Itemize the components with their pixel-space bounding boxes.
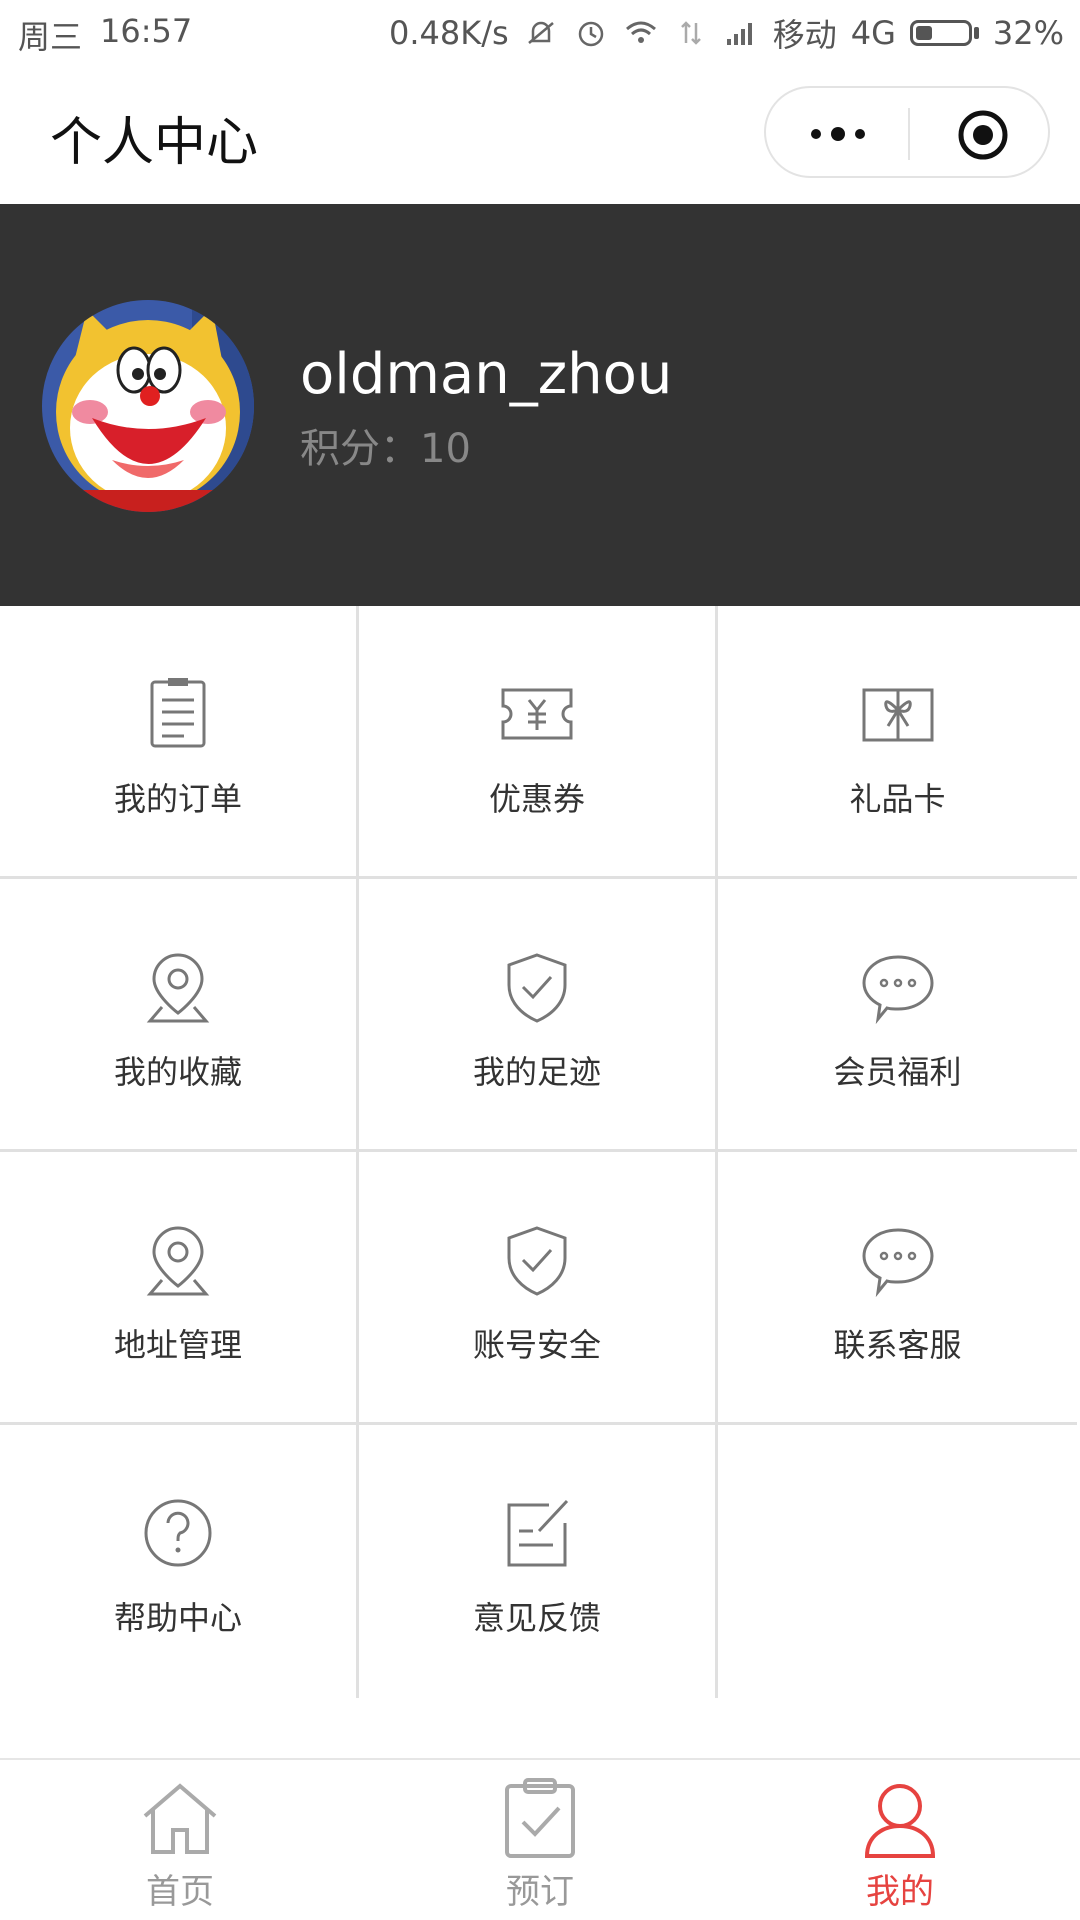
help-circle-icon	[144, 1499, 212, 1567]
menu-item-label: 账号安全	[472, 1326, 601, 1364]
menu-grid-empty-cell	[718, 1425, 1077, 1698]
tab-booking[interactable]: 预订	[440, 1776, 640, 1916]
menu-grid: 我的订单 优惠券 礼品卡 我的收藏 我的足迹 会员福利 地址管理 账号安全 联系…	[0, 606, 1080, 1698]
menu-capsule	[764, 86, 1050, 178]
avatar[interactable]	[42, 300, 254, 512]
page-title: 个人中心	[50, 113, 259, 173]
menu-item-account-security[interactable]: 账号安全	[359, 1152, 718, 1425]
capsule-divider	[908, 108, 910, 160]
coupon-icon	[501, 688, 573, 740]
battery-percent: 32%	[992, 14, 1064, 52]
order-list-icon	[150, 678, 206, 748]
tab-label: 首页	[146, 1872, 214, 1912]
menu-item-label: 地址管理	[113, 1326, 242, 1364]
menu-item-orders[interactable]: 我的订单	[0, 606, 359, 879]
location-pin-icon	[146, 953, 210, 1023]
profile-header: oldman_zhou 积分：10	[0, 204, 1080, 606]
net-speed: 0.48K/s	[389, 14, 509, 52]
wifi-icon	[625, 21, 656, 43]
target-close-icon[interactable]	[956, 108, 1010, 162]
carrier: 移动	[772, 16, 837, 54]
chat-bubble-icon	[861, 1228, 934, 1298]
clipboard-check-icon	[505, 1778, 575, 1858]
menu-item-coupons[interactable]: 优惠券	[359, 606, 718, 879]
user-icon	[864, 1784, 936, 1858]
gift-card-icon	[862, 688, 933, 742]
shield-check-icon	[507, 1226, 567, 1296]
data-arrows-icon	[680, 21, 701, 45]
status-time: 16:57	[100, 12, 193, 50]
cartoon-cat-avatar-icon	[42, 300, 254, 512]
signal-icon	[726, 23, 752, 45]
home-icon	[143, 1783, 217, 1854]
menu-item-label: 优惠券	[488, 780, 585, 818]
location-pin-icon	[146, 1226, 210, 1296]
mute-icon	[527, 21, 554, 44]
tab-bar: 首页 预订 我的	[0, 1758, 1080, 1920]
tab-home[interactable]: 首页	[80, 1776, 280, 1916]
tab-label: 预订	[506, 1872, 574, 1912]
menu-item-member-benefits[interactable]: 会员福利	[718, 879, 1077, 1152]
shield-check-icon	[507, 953, 567, 1023]
more-dots-icon[interactable]	[806, 110, 870, 158]
menu-item-label: 礼品卡	[849, 780, 946, 818]
menu-item-favorites[interactable]: 我的收藏	[0, 879, 359, 1152]
menu-item-label: 意见反馈	[472, 1599, 601, 1637]
username: oldman_zhou	[300, 342, 673, 407]
battery-icon	[909, 20, 979, 46]
menu-item-address[interactable]: 地址管理	[0, 1152, 359, 1425]
menu-item-label: 我的足迹	[472, 1053, 601, 1091]
network-type: 4G	[850, 14, 896, 52]
status-day: 周三	[18, 18, 83, 56]
menu-item-gift-card[interactable]: 礼品卡	[718, 606, 1077, 879]
menu-item-feedback[interactable]: 意见反馈	[359, 1425, 718, 1698]
menu-item-label: 我的订单	[113, 780, 242, 818]
feedback-edit-icon	[507, 1499, 569, 1567]
menu-item-footprints[interactable]: 我的足迹	[359, 879, 718, 1152]
tab-label: 我的	[866, 1872, 934, 1912]
menu-item-label: 帮助中心	[113, 1599, 242, 1637]
status-bar: 周三 16:57 0.48K/s 移动 4G 32%	[0, 0, 1080, 62]
menu-item-customer-service[interactable]: 联系客服	[718, 1152, 1077, 1425]
points-label: 积分：10	[300, 426, 471, 472]
chat-bubble-icon	[861, 955, 934, 1025]
menu-item-label: 我的收藏	[113, 1053, 242, 1091]
menu-item-label: 会员福利	[833, 1053, 962, 1091]
alarm-icon	[578, 21, 603, 47]
menu-item-help-center[interactable]: 帮助中心	[0, 1425, 359, 1698]
menu-item-label: 联系客服	[833, 1326, 962, 1364]
tab-mine[interactable]: 我的	[800, 1776, 1000, 1916]
title-bar: 个人中心	[0, 62, 1080, 202]
